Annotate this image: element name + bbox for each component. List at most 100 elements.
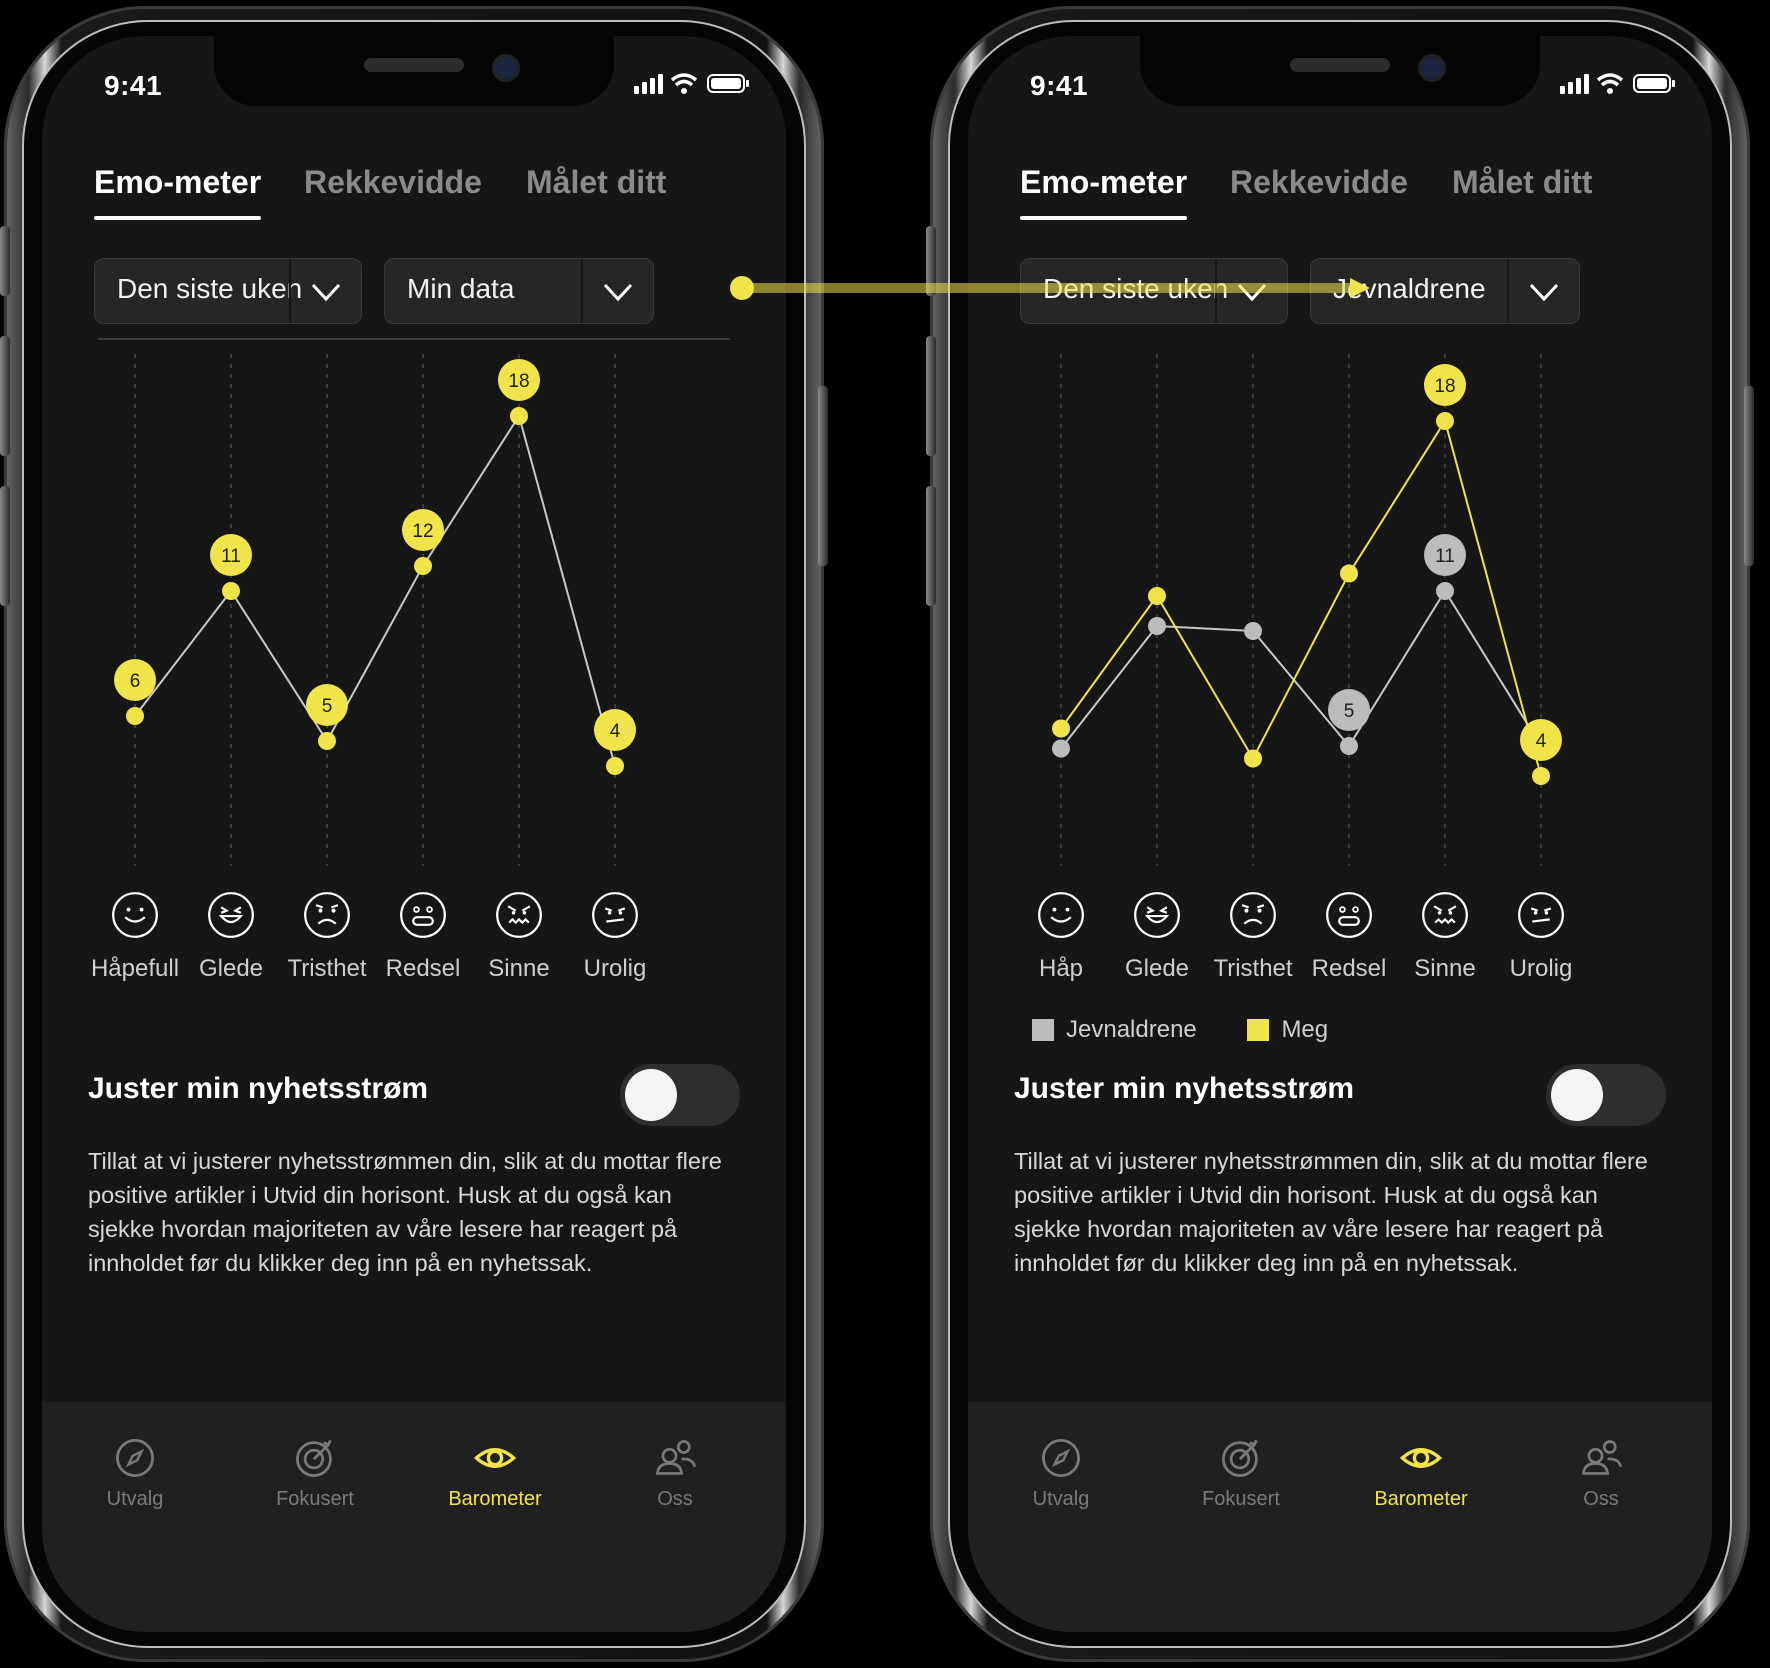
- adjust-feed-title: Juster min nyhetsstrøm: [1014, 1072, 1355, 1105]
- data-label: 5: [1328, 689, 1370, 731]
- emotion-2[interactable]: Tristhet: [272, 891, 382, 983]
- phone-right: 9:41 Emo-meter Rekkevidde Målet ditt Den…: [926, 6, 1754, 1662]
- legend-item-peers: Jevnaldrene: [1032, 1016, 1197, 1044]
- emotion-label: Håp: [1038, 955, 1084, 982]
- my-data-point[interactable]: [606, 757, 624, 775]
- emotion-0[interactable]: Håp: [1006, 891, 1116, 983]
- toggle-knob: [1551, 1069, 1603, 1121]
- data-label: 5: [306, 684, 348, 726]
- adjust-feed-toggle[interactable]: [1546, 1064, 1666, 1126]
- emotion-1[interactable]: Glede: [176, 891, 286, 983]
- target-icon: [1222, 1439, 1258, 1477]
- side-button: [926, 486, 936, 606]
- tab-rekkevidde[interactable]: Rekkevidde: [1230, 164, 1408, 201]
- peers-point[interactable]: [1244, 622, 1262, 640]
- nav-utvalg[interactable]: Utvalg: [996, 1436, 1126, 1511]
- period-select[interactable]: Den siste uken: [1020, 258, 1288, 324]
- sad-icon: [304, 892, 350, 938]
- nav-label: Utvalg: [1032, 1488, 1090, 1510]
- svg-text:11: 11: [221, 546, 241, 567]
- chevron-down-icon: [1507, 259, 1559, 323]
- fear-icon: [400, 892, 446, 938]
- emotion-0[interactable]: Håpefull: [80, 891, 190, 983]
- chart-legend: Jevnaldrene Meg: [1032, 1016, 1372, 1048]
- my-data-point[interactable]: [318, 732, 336, 750]
- me-point[interactable]: [1148, 587, 1166, 605]
- svg-text:11: 11: [1435, 546, 1455, 567]
- nav-barometer[interactable]: Barometer: [430, 1436, 560, 1511]
- emotion-1[interactable]: Glede: [1102, 891, 1212, 983]
- peers-point[interactable]: [1148, 617, 1166, 635]
- eye-icon: [473, 1448, 517, 1468]
- emotion-2[interactable]: Tristhet: [1198, 891, 1308, 983]
- status-time: 9:41: [1030, 70, 1089, 101]
- screen-left: 9:41 Emo-meter Rekkevidde Målet ditt Den…: [42, 36, 786, 1632]
- data-select[interactable]: Min data: [384, 258, 654, 324]
- period-select[interactable]: Den siste uken: [94, 258, 362, 324]
- adjust-feed-title: Juster min nyhetsstrøm: [88, 1072, 429, 1105]
- side-button: [0, 486, 10, 606]
- users-icon: [655, 1440, 697, 1475]
- sad-icon: [1230, 892, 1276, 938]
- me-line: [1060, 418, 1542, 777]
- emotion-label: Sinne: [488, 955, 550, 982]
- peers-point[interactable]: [1052, 739, 1070, 758]
- nav-fokusert[interactable]: Fokusert: [250, 1436, 380, 1511]
- angry-icon: [496, 892, 542, 938]
- nav-oss[interactable]: Oss: [610, 1436, 740, 1511]
- emotion-label: Redsel: [1311, 955, 1387, 982]
- nav-utvalg[interactable]: Utvalg: [70, 1436, 200, 1511]
- status-icons: [1560, 73, 1675, 94]
- data-label: 4: [1520, 719, 1562, 761]
- eye-icon: [1399, 1448, 1443, 1468]
- data-select-value: Jevnaldrene: [1333, 273, 1486, 304]
- nav-label: Utvalg: [106, 1488, 164, 1510]
- me-point[interactable]: [1340, 564, 1358, 583]
- peers-point[interactable]: [1340, 737, 1358, 755]
- emotion-label: Urolig: [1509, 955, 1573, 982]
- emotion-3[interactable]: Redsel: [1294, 891, 1404, 983]
- my-data-point[interactable]: [222, 582, 240, 600]
- me-point[interactable]: [1052, 719, 1070, 738]
- notch: [1140, 36, 1540, 106]
- emotion-5[interactable]: Urolig: [1486, 891, 1596, 983]
- worried-icon: [1518, 892, 1564, 938]
- my-data-point[interactable]: [414, 557, 432, 575]
- tab-emo-meter[interactable]: Emo-meter: [1020, 164, 1188, 220]
- notch: [214, 36, 614, 106]
- data-label: 12: [402, 509, 444, 551]
- my-data-line: [134, 413, 616, 767]
- me-point[interactable]: [1436, 412, 1454, 430]
- me-point[interactable]: [1532, 767, 1550, 785]
- screen-right: 9:41 Emo-meter Rekkevidde Målet ditt Den…: [968, 36, 1712, 1632]
- tab-emo-meter[interactable]: Emo-meter: [94, 164, 262, 220]
- emotion-4[interactable]: Sinne: [464, 891, 574, 983]
- data-select[interactable]: Jevnaldrene: [1310, 258, 1580, 324]
- me-point[interactable]: [1244, 749, 1262, 768]
- side-button: [818, 386, 828, 566]
- status-time: 9:41: [104, 70, 163, 101]
- emotion-5[interactable]: Urolig: [560, 891, 670, 983]
- my-data-point[interactable]: [510, 407, 528, 425]
- my-data-point[interactable]: [126, 707, 144, 725]
- peers-point[interactable]: [1436, 582, 1454, 600]
- data-select-value: Min data: [407, 273, 515, 304]
- nav-oss[interactable]: Oss: [1536, 1436, 1666, 1511]
- nav-label: Fokusert: [1202, 1488, 1280, 1510]
- data-label: 11: [1424, 534, 1466, 576]
- nav-fokusert[interactable]: Fokusert: [1176, 1436, 1306, 1511]
- adjust-feed-toggle[interactable]: [620, 1064, 740, 1126]
- smile-icon: [1038, 892, 1084, 938]
- phone-left: 9:41 Emo-meter Rekkevidde Målet ditt Den…: [0, 6, 828, 1662]
- emotion-4[interactable]: Sinne: [1390, 891, 1500, 983]
- svg-text:18: 18: [1434, 376, 1455, 397]
- nav-label: Fokusert: [276, 1488, 354, 1510]
- nav-barometer[interactable]: Barometer: [1356, 1436, 1486, 1511]
- tab-rekkevidde[interactable]: Rekkevidde: [304, 164, 482, 201]
- emotion-3[interactable]: Redsel: [368, 891, 478, 983]
- side-button: [0, 336, 10, 456]
- tab-malet-ditt[interactable]: Målet ditt: [526, 164, 666, 201]
- legend-label: Meg: [1281, 1016, 1329, 1043]
- tab-malet-ditt[interactable]: Målet ditt: [1452, 164, 1592, 201]
- nav-label: Barometer: [448, 1488, 542, 1510]
